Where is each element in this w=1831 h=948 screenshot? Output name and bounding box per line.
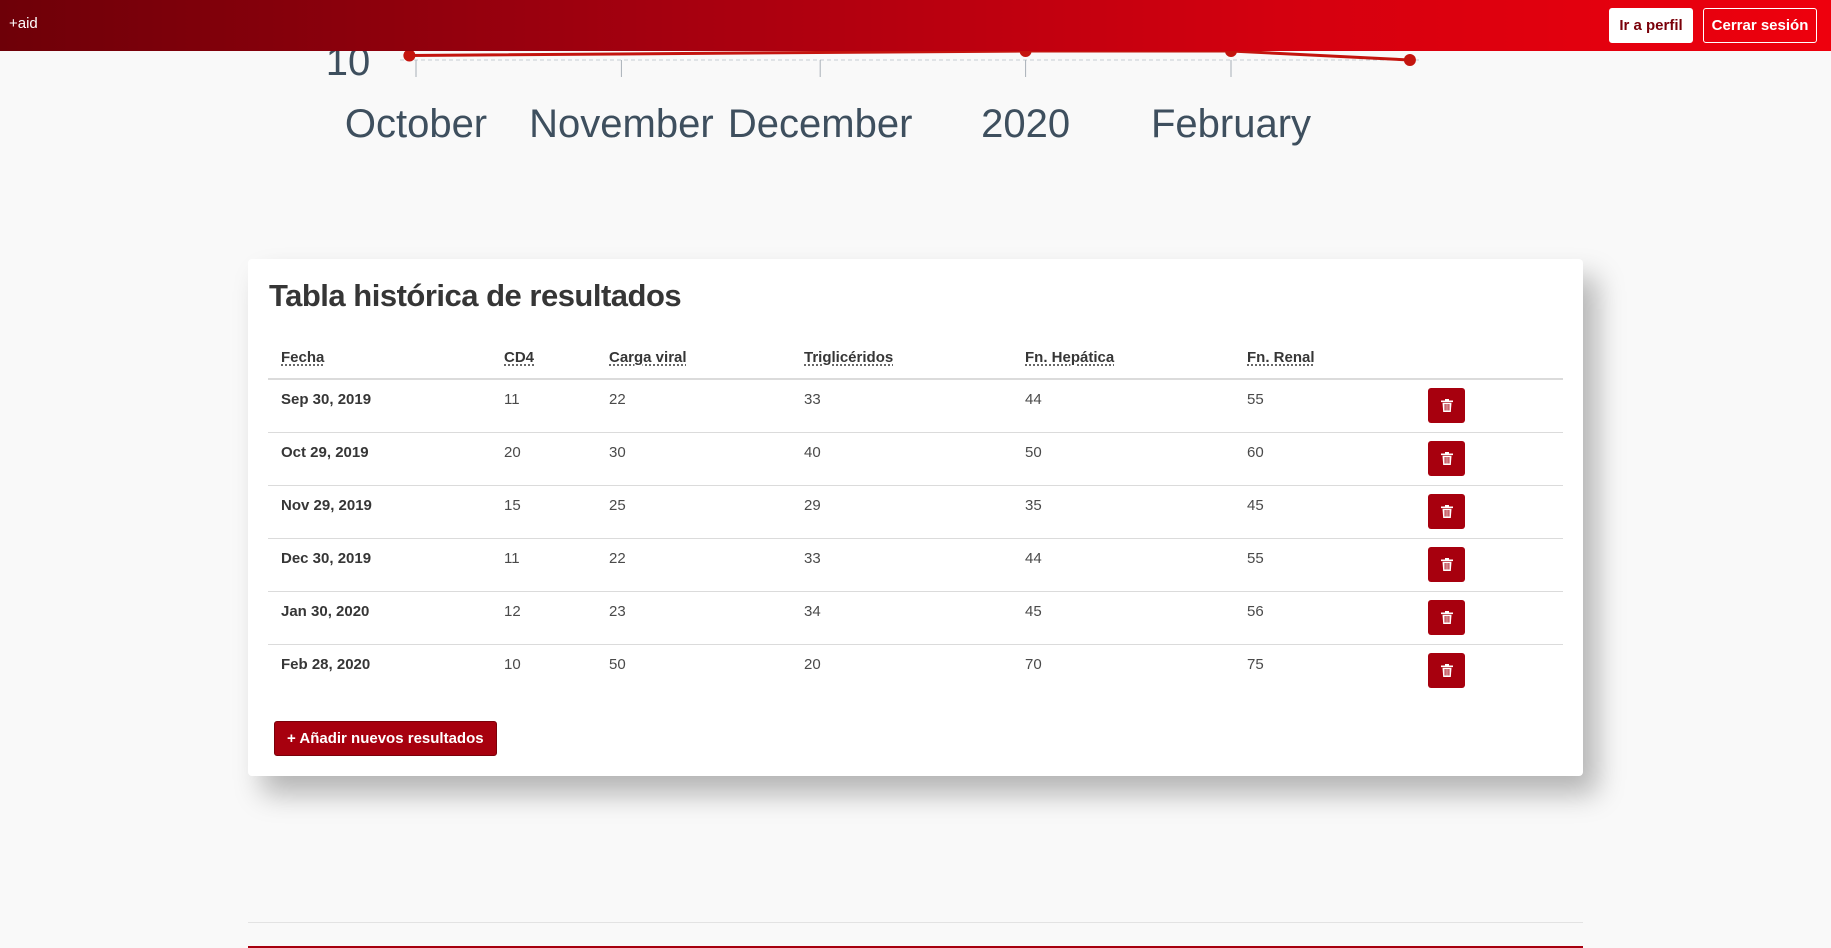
cell-fn-renal: 55: [1234, 379, 1415, 433]
x-tick-label: October: [345, 102, 487, 146]
cell-date: Feb 28, 2020: [281, 656, 371, 674]
cell-fn-renal: 45: [1234, 485, 1415, 539]
cell-cd4: 15: [491, 485, 596, 539]
column-header: Fecha: [268, 337, 491, 380]
footer-divider: [248, 922, 1583, 923]
data-point[interactable]: [1403, 54, 1416, 66]
delete-row-button[interactable]: [1428, 441, 1465, 476]
cell-date: Oct 29, 2019: [268, 432, 491, 486]
cell-carga-viral: 25: [596, 485, 791, 539]
cell-actions: [1415, 485, 1563, 539]
table-row: Jan 30, 2020 12 23 34 45 56: [268, 591, 1563, 645]
cell-fn-renal: 56: [1234, 591, 1415, 645]
table-row: Nov 29, 2019 15 25 29 35 45: [268, 485, 1563, 539]
cell-fn-hepatica: 50: [1012, 432, 1234, 486]
series-line: [409, 49, 1410, 62]
trash-icon: [1440, 505, 1453, 518]
cell-actions: [1415, 379, 1563, 433]
x-tick-label: December: [728, 102, 913, 146]
cell-carga-viral: 22: [596, 538, 791, 592]
table-row: Feb 28, 2020 10 50 20 70 75: [268, 644, 1563, 697]
chart-grid: [400, 59, 1420, 77]
x-tick-label: February: [1151, 102, 1311, 146]
cell-trigliceridos: 33: [791, 538, 1012, 592]
trash-icon: [1440, 558, 1453, 571]
cell-cd4: 20: [491, 432, 596, 486]
cell-fn-hepatica: 44: [1012, 379, 1234, 433]
delete-row-button[interactable]: [1428, 600, 1465, 635]
cell-cd4: 12: [491, 591, 596, 645]
brand-logo[interactable]: +aid: [9, 15, 38, 32]
cell-trigliceridos: 29: [791, 485, 1012, 539]
column-header: CD4: [491, 337, 596, 380]
cell-fn-renal: 75: [1247, 656, 1264, 674]
trash-icon: [1440, 664, 1453, 678]
trash-icon: [1440, 611, 1453, 624]
delete-row-button[interactable]: [1428, 547, 1465, 582]
cell-cd4: 11: [491, 379, 596, 433]
cell-fn-hepatica: 70: [1025, 656, 1042, 674]
x-tick-label: 2020: [981, 102, 1070, 146]
profile-button[interactable]: Ir a perfil: [1609, 8, 1693, 43]
cell-carga-viral: 23: [596, 591, 791, 645]
trash-icon: [1440, 452, 1453, 465]
top-navbar: +aid Ir a perfil Cerrar sesión: [0, 0, 1831, 51]
add-results-button[interactable]: + Añadir nuevos resultados: [274, 721, 497, 756]
cell-fn-hepatica: 35: [1012, 485, 1234, 539]
cell-fn-hepatica: 45: [1012, 591, 1234, 645]
trash-icon: [1440, 399, 1453, 413]
cell-actions: [1415, 644, 1563, 697]
column-header: Triglicéridos: [791, 337, 1012, 380]
delete-row-button[interactable]: [1428, 494, 1465, 529]
x-tick-label: November: [529, 102, 714, 146]
table-row: Sep 30, 2019 11 22 33 44 55: [268, 379, 1563, 433]
results-history-card: Tabla histórica de resultados Fecha CD4 …: [248, 259, 1583, 776]
cell-trigliceridos: 33: [791, 379, 1012, 433]
table-row: Dec 30, 2019 11 22 33 44 55: [268, 538, 1563, 592]
cell-date: Nov 29, 2019: [268, 485, 491, 539]
cell-fn-renal: 55: [1234, 538, 1415, 592]
cell-carga-viral: 22: [596, 379, 791, 433]
delete-row-button[interactable]: [1428, 388, 1465, 424]
cell-actions: [1415, 591, 1563, 645]
cell-trigliceridos: 40: [791, 432, 1012, 486]
column-header: Fn. Hepática: [1012, 337, 1234, 380]
logout-button[interactable]: Cerrar sesión: [1703, 8, 1817, 43]
card-title: Tabla histórica de resultados: [269, 278, 682, 313]
column-header-actions: [1415, 337, 1563, 380]
delete-row-button[interactable]: [1428, 653, 1465, 689]
table-row: Oct 29, 2019 20 30 40 50 60: [268, 432, 1563, 486]
column-header: Fn. Renal: [1234, 337, 1415, 380]
cell-date: Sep 30, 2019: [268, 379, 491, 433]
cell-cd4: 11: [491, 538, 596, 592]
results-table: Fecha CD4 Carga viral Triglicéridos Fn. …: [268, 337, 1563, 697]
cell-fn-hepatica: 44: [1012, 538, 1234, 592]
table-header-row: Fecha CD4 Carga viral Triglicéridos Fn. …: [268, 337, 1563, 380]
cell-actions: [1415, 432, 1563, 486]
column-header: Carga viral: [596, 337, 791, 380]
cell-carga-viral: 50: [609, 656, 626, 674]
cell-trigliceridos: 34: [791, 591, 1012, 645]
cell-trigliceridos: 20: [804, 656, 821, 674]
cell-carga-viral: 30: [596, 432, 791, 486]
data-point[interactable]: [403, 49, 416, 62]
cell-cd4: 10: [504, 656, 521, 674]
cell-date: Jan 30, 2020: [268, 591, 491, 645]
cell-fn-renal: 60: [1234, 432, 1415, 486]
cell-date: Dec 30, 2019: [268, 538, 491, 592]
cell-actions: [1415, 538, 1563, 592]
